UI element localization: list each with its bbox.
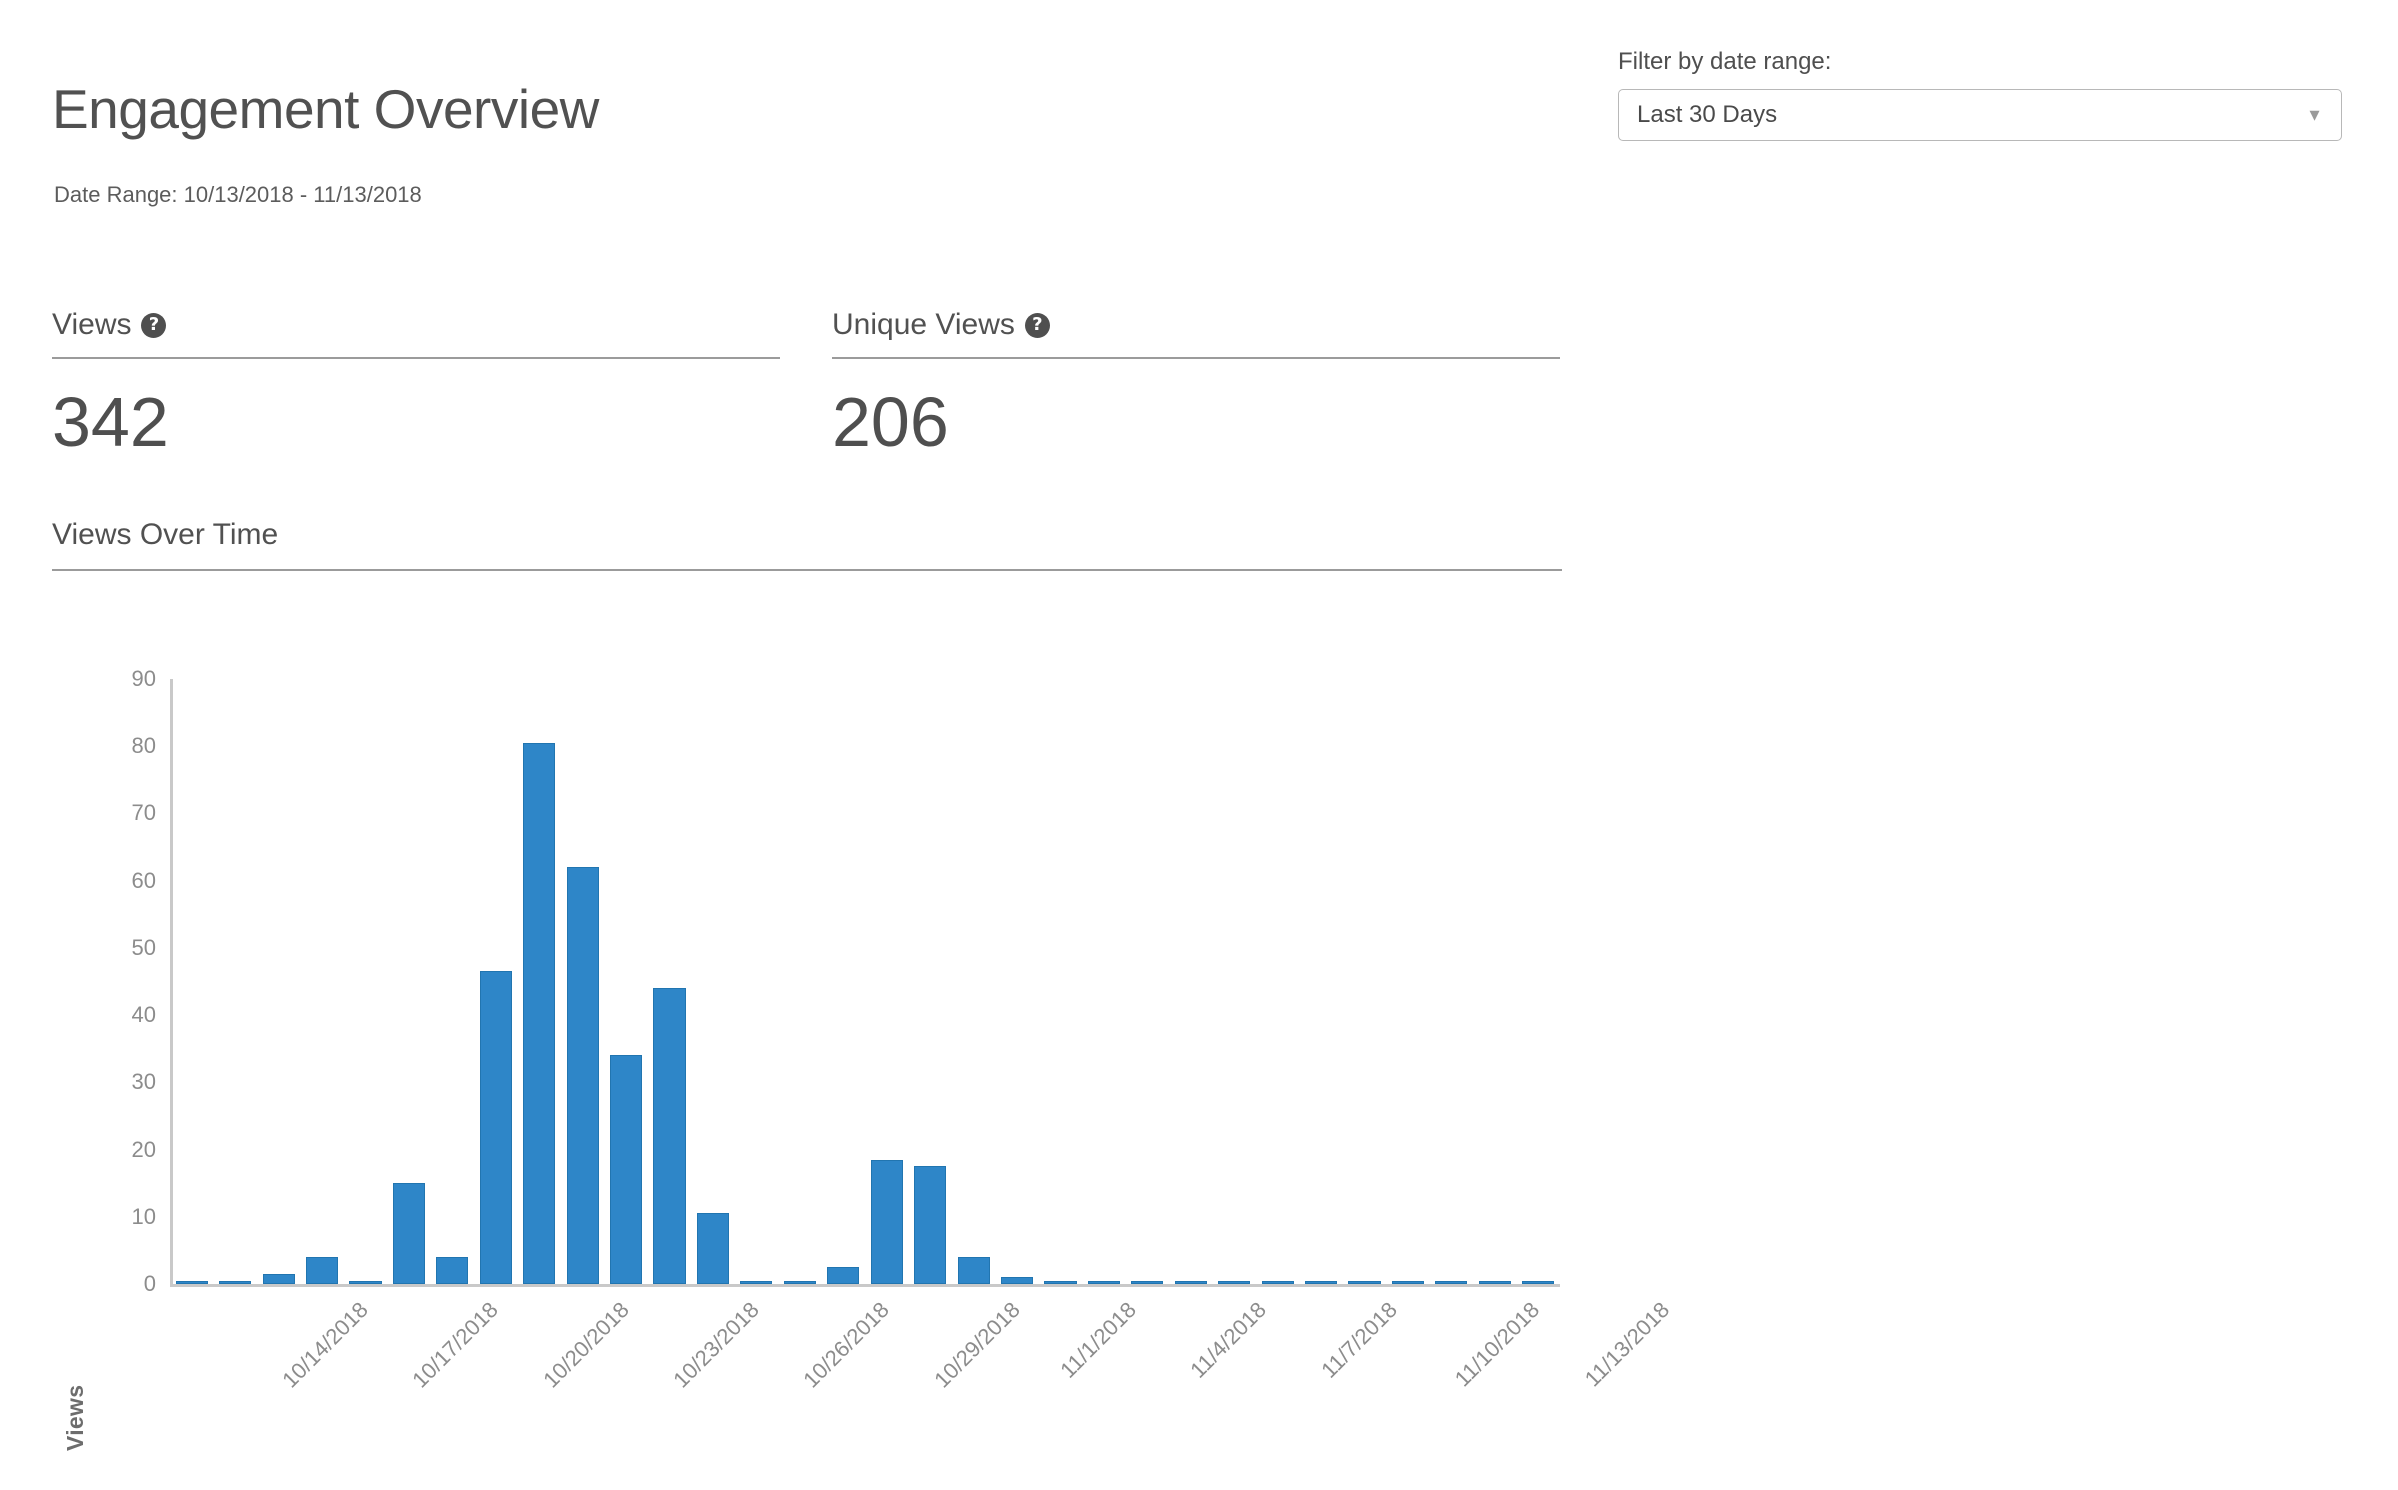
y-tick-label: 0 xyxy=(143,1271,156,1296)
y-tick-label: 70 xyxy=(131,800,156,826)
filter-label: Filter by date range: xyxy=(1618,48,1832,75)
metric-divider xyxy=(832,357,1560,359)
bar[interactable] xyxy=(1044,1281,1077,1284)
views-over-time-panel: Views Over Time Views 0 10 20 30 40 50 60 70 80 9… xyxy=(52,518,1674,1471)
engagement-overview-page: Engagement Overview Date Range: 10/13/20… xyxy=(0,0,2398,1490)
bar[interactable] xyxy=(1435,1281,1468,1284)
x-tick-label: 10/14/2018 xyxy=(277,1297,373,1393)
metric-divider xyxy=(52,357,780,359)
metric-label: Views xyxy=(52,308,132,341)
x-tick-label: 11/13/2018 xyxy=(1580,1297,1675,1392)
bar[interactable] xyxy=(740,1281,773,1284)
bar[interactable] xyxy=(1174,1281,1207,1284)
bar[interactable] xyxy=(1348,1281,1381,1284)
bar[interactable] xyxy=(827,1267,860,1284)
bar[interactable] xyxy=(349,1281,382,1284)
bar[interactable] xyxy=(175,1281,208,1284)
chart-title: Views Over Time xyxy=(52,518,279,551)
chevron-down-icon: ▼ xyxy=(2306,105,2323,125)
bar[interactable] xyxy=(783,1281,816,1284)
bar[interactable] xyxy=(870,1159,903,1284)
bar[interactable] xyxy=(653,988,686,1284)
bar[interactable] xyxy=(1087,1281,1120,1284)
bar[interactable] xyxy=(436,1257,469,1284)
bar[interactable] xyxy=(262,1273,295,1284)
y-tick-label: 90 xyxy=(131,666,156,691)
bar[interactable] xyxy=(523,742,556,1284)
metric-card-views: Views ? 342 xyxy=(52,310,780,457)
x-tick-label: 11/4/2018 xyxy=(1185,1297,1272,1383)
bar[interactable] xyxy=(479,971,512,1284)
bar[interactable] xyxy=(1261,1281,1294,1284)
bar[interactable] xyxy=(1391,1281,1425,1284)
y-tick-label: 40 xyxy=(131,1002,156,1028)
date-range-filter: Filter by date range: Last 30 Days ▼ xyxy=(1618,48,2342,141)
bar[interactable] xyxy=(1522,1281,1555,1284)
y-tick-label: 80 xyxy=(131,733,156,759)
bar[interactable] xyxy=(219,1281,252,1284)
metric-value: 342 xyxy=(52,383,169,461)
y-tick-label: 50 xyxy=(131,934,156,960)
x-tick-label: 10/26/2018 xyxy=(798,1297,895,1393)
bar[interactable] xyxy=(1305,1281,1338,1284)
y-tick-label: 20 xyxy=(131,1136,156,1162)
chart-area: Views 0 10 20 30 40 50 60 70 80 90 10/14/2018 10/1… xyxy=(52,571,1674,1471)
x-tick-label: 10/23/2018 xyxy=(668,1297,764,1393)
x-axis-line xyxy=(170,1284,1560,1287)
bar[interactable] xyxy=(610,1055,643,1284)
bar[interactable] xyxy=(1000,1277,1034,1284)
plot-region: 0 10 20 30 40 50 60 70 80 90 xyxy=(132,666,1560,1296)
date-range-subtitle: Date Range: 10/13/2018 - 11/13/2018 xyxy=(54,182,422,207)
y-tick-label: 30 xyxy=(131,1069,156,1095)
date-range-select[interactable]: Last 30 Days ▼ xyxy=(1618,89,2342,141)
y-tick-label: 60 xyxy=(131,867,156,893)
bar[interactable] xyxy=(1131,1281,1164,1284)
bar[interactable] xyxy=(696,1213,730,1284)
x-tick-label: 11/1/2018 xyxy=(1055,1297,1141,1383)
date-range-selected-value: Last 30 Days xyxy=(1637,101,1778,128)
x-tick-label: 11/7/2018 xyxy=(1315,1297,1402,1383)
y-axis-title: Views xyxy=(62,1384,88,1451)
bar[interactable] xyxy=(566,867,599,1284)
bars-layer xyxy=(170,679,1560,1284)
metric-header: Unique Views ? xyxy=(832,310,1560,357)
bar[interactable] xyxy=(1478,1281,1511,1284)
x-tick-label: 11/10/2018 xyxy=(1449,1297,1545,1392)
bar[interactable] xyxy=(914,1166,947,1284)
metric-value: 206 xyxy=(832,383,949,461)
bar[interactable] xyxy=(1218,1281,1251,1284)
help-circle-icon[interactable]: ? xyxy=(141,312,167,338)
x-tick-label: 10/20/2018 xyxy=(538,1297,634,1393)
metric-card-unique-views: Unique Views ? 206 xyxy=(832,310,1560,457)
x-tick-label: 10/29/2018 xyxy=(928,1297,1025,1393)
metric-label: Unique Views xyxy=(832,308,1015,341)
metric-header: Views ? xyxy=(52,310,780,357)
bar[interactable] xyxy=(392,1183,425,1284)
x-tick-labels: 10/14/2018 10/17/2018 10/20/2018 10/23/2018… xyxy=(170,1289,1674,1489)
bar[interactable] xyxy=(305,1257,339,1284)
page-title: Engagement Overview xyxy=(52,78,599,140)
x-tick-label: 10/17/2018 xyxy=(407,1297,504,1393)
help-circle-icon[interactable]: ? xyxy=(1024,312,1050,338)
y-tick-label: 10 xyxy=(131,1203,156,1229)
bar[interactable] xyxy=(957,1257,990,1284)
